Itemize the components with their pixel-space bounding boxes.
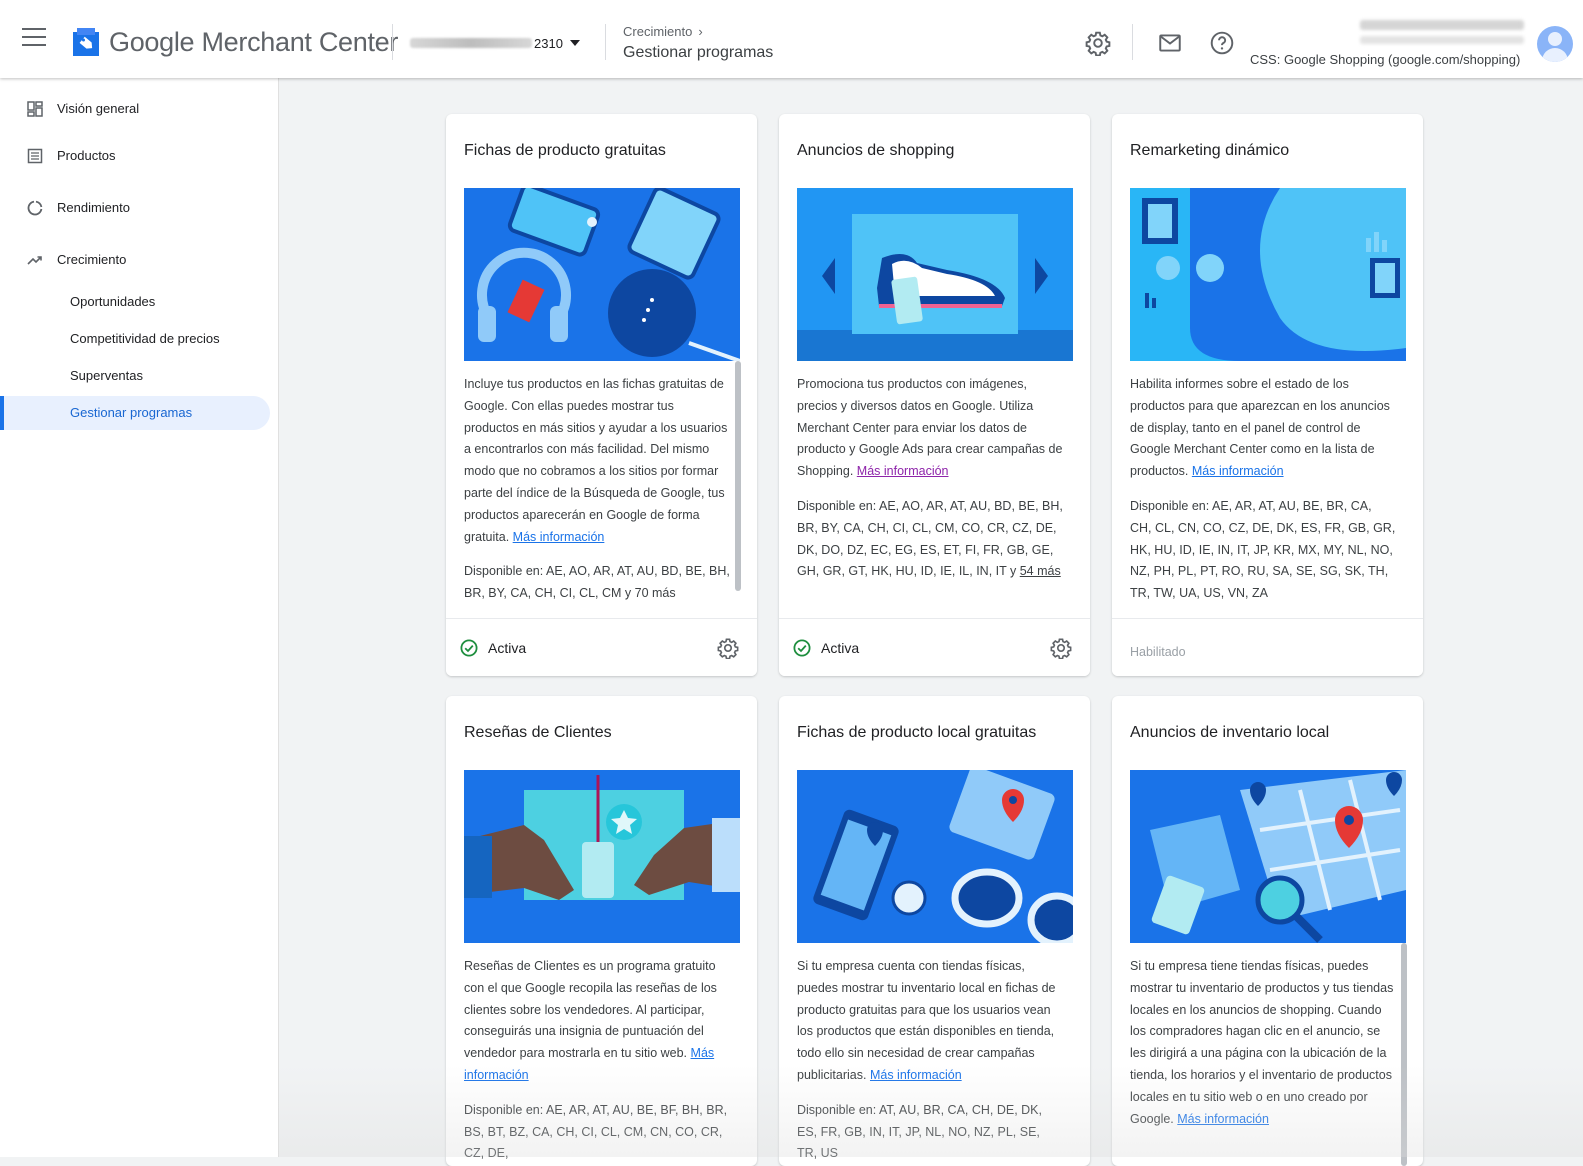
gear-icon[interactable]	[717, 637, 739, 659]
help-icon[interactable]	[1209, 30, 1235, 56]
mas-informacion-link[interactable]: Más información	[870, 1068, 962, 1082]
check-circle-icon	[793, 639, 811, 657]
scrollbar[interactable]	[735, 361, 741, 591]
card-footer: Activa	[779, 618, 1090, 676]
card-title: Remarketing dinámico	[1130, 142, 1290, 159]
card-description: Habilita informes sobre el estado de los…	[1130, 377, 1390, 479]
sidebar-item-label: Competitividad de precios	[70, 331, 220, 346]
list-icon	[27, 148, 43, 164]
sidebar-item-gestionar-programas[interactable]: Gestionar programas	[0, 396, 270, 430]
circle-chart-icon	[27, 200, 43, 216]
header-divider	[392, 24, 393, 60]
remarketing-illustration	[1130, 188, 1406, 361]
card-description: Promociona tus productos con imágenes, p…	[797, 377, 1063, 479]
avatar[interactable]	[1537, 26, 1573, 62]
card-body: Reseñas de Clientes es un programa gratu…	[464, 956, 730, 1166]
program-card-remarketing-dinamico: Remarketing dinámico Habilita informes s…	[1112, 114, 1423, 676]
breadcrumb-parent[interactable]: Crecimiento	[623, 24, 692, 39]
availability-text: Disponible en: AE, AR, AT, AU, BE, BF, B…	[464, 1102, 728, 1161]
sidebar-item-crecimiento[interactable]: Crecimiento	[0, 243, 270, 277]
local-listings-illustration	[797, 770, 1073, 943]
card-body: Si tu empresa cuenta con tiendas físicas…	[797, 956, 1063, 1166]
sidebar-item-productos[interactable]: Productos	[0, 139, 270, 173]
availability-text: Disponible en: AE, AO, AR, AT, AU, BD, B…	[464, 564, 730, 601]
sidebar-item-rendimiento[interactable]: Rendimiento	[0, 191, 270, 225]
card-footer: Activa	[446, 618, 757, 676]
account-email-redacted	[1360, 20, 1524, 30]
dashboard-icon	[27, 101, 43, 117]
card-description: Si tu empresa tiene tiendas físicas, pue…	[1130, 959, 1394, 1126]
account-name-redacted	[410, 38, 532, 48]
card-description: Si tu empresa cuenta con tiendas físicas…	[797, 959, 1056, 1082]
status-label: Activa	[821, 640, 860, 656]
sidebar-item-label: Rendimiento	[57, 200, 130, 215]
more-countries-link[interactable]: 54 más	[1020, 564, 1061, 578]
card-body: Promociona tus productos con imágenes, p…	[797, 374, 1063, 596]
trending-up-icon	[27, 256, 42, 265]
header-divider	[1132, 24, 1133, 60]
status-label: Habilitado	[1130, 645, 1186, 659]
chevron-right-icon: ›	[698, 24, 703, 39]
header-divider	[605, 24, 606, 60]
mas-informacion-link[interactable]: Más información	[1177, 1112, 1269, 1126]
sidebar: Visión general Productos Rendimiento Cre…	[0, 78, 279, 1157]
check-circle-icon	[460, 639, 478, 657]
card-title: Reseñas de Clientes	[464, 724, 612, 741]
sidebar-item-superventas[interactable]: Superventas	[0, 359, 270, 393]
menu-icon[interactable]	[22, 28, 46, 46]
page-title: Gestionar programas	[623, 44, 774, 61]
mas-informacion-link[interactable]: Más información	[857, 464, 949, 478]
card-title: Fichas de producto gratuitas	[464, 142, 666, 159]
program-card-fichas-locales: Fichas de producto local gratuitas Si tu…	[779, 696, 1090, 1166]
scrollbar[interactable]	[1401, 943, 1407, 1166]
card-title: Anuncios de inventario local	[1130, 724, 1330, 741]
top-app-bar: Google Merchant Center 2310 Crecimiento ›…	[0, 0, 1583, 78]
program-card-inventario-local: Anuncios de inventario local Si tu empre…	[1112, 696, 1423, 1166]
css-label: CSS: Google Shopping (google.com/shoppin…	[1250, 52, 1521, 67]
shopping-illustration	[797, 188, 1073, 361]
merchant-center-logo-icon	[73, 28, 99, 56]
availability-text: Disponible en: AE, AO, AR, AT, AU, BD, B…	[797, 498, 1063, 579]
card-description: Reseñas de Clientes es un programa gratu…	[464, 959, 717, 1082]
status-label: Activa	[488, 640, 527, 656]
sidebar-item-label: Crecimiento	[57, 252, 127, 267]
local-inventory-illustration	[1130, 770, 1406, 943]
sidebar-item-label: Visión general	[57, 101, 140, 116]
program-card-anuncios-shopping: Anuncios de shopping Promociona tus prod…	[779, 114, 1090, 676]
card-title: Fichas de producto local gratuitas	[797, 724, 1037, 741]
account-selector[interactable]: 2310	[410, 30, 580, 58]
sidebar-item-label: Gestionar programas	[70, 405, 193, 420]
sidebar-item-label: Superventas	[70, 368, 143, 383]
products-illustration	[464, 188, 740, 361]
card-body: Habilita informes sobre el estado de los…	[1130, 374, 1396, 618]
mail-icon[interactable]	[1157, 30, 1183, 56]
card-description: Incluye tus productos en las fichas grat…	[464, 377, 728, 544]
program-card-resenas-clientes: Reseñas de Clientes Reseñas de Clientes …	[446, 696, 757, 1166]
gear-icon[interactable]	[1085, 30, 1111, 56]
mas-informacion-link[interactable]: Más información	[513, 530, 605, 544]
gear-icon[interactable]	[1050, 637, 1072, 659]
app-name: Google Merchant Center	[109, 27, 399, 57]
sidebar-item-label: Oportunidades	[70, 294, 156, 309]
program-card-fichas-gratuitas: Fichas de producto gratuitas Incluye tus…	[446, 114, 757, 676]
card-title: Anuncios de shopping	[797, 142, 955, 159]
card-body: Incluye tus productos en las fichas grat…	[464, 374, 730, 614]
availability-text: Disponible en: AE, AR, AT, AU, BE, BR, C…	[1130, 498, 1396, 601]
sidebar-item-label: Productos	[57, 148, 116, 163]
reviews-illustration	[464, 770, 740, 943]
mas-informacion-link[interactable]: Más información	[1192, 464, 1284, 478]
sidebar-item-oportunidades[interactable]: Oportunidades	[0, 285, 270, 319]
chevron-down-icon	[570, 40, 580, 46]
sidebar-item-competitividad-precios[interactable]: Competitividad de precios	[0, 322, 270, 356]
card-body: Si tu empresa tiene tiendas físicas, pue…	[1130, 956, 1396, 1143]
breadcrumb[interactable]: Crecimiento ›	[623, 24, 703, 39]
card-footer: Habilitado	[1112, 618, 1423, 676]
sidebar-item-vision-general[interactable]: Visión general	[0, 92, 270, 126]
account-id: 2310	[534, 36, 563, 51]
availability-text: Disponible en: AT, AU, BR, CA, CH, DE, D…	[797, 1102, 1042, 1161]
account-email-redacted	[1360, 36, 1524, 44]
